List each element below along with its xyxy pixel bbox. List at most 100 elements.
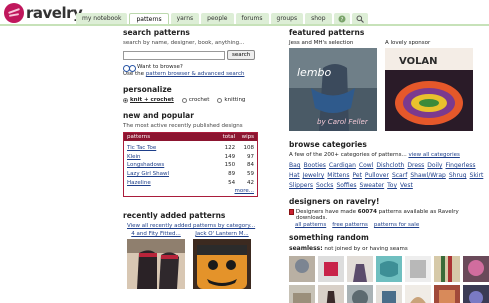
wips-cell: 42 [246,179,254,186]
patterns-for-sale-link[interactable]: patterns for sale [374,222,419,228]
category-link[interactable]: Toy [387,181,397,191]
option-label: knitting [224,97,246,103]
random-photo[interactable] [434,256,460,282]
recent-caption[interactable]: Jack O' Lantern M... [193,231,251,237]
total-cell: 122 [224,145,236,151]
random-label: seamless: not joined by or having seams [289,245,487,252]
volan-title-art: VOLAN [399,56,438,67]
category-link[interactable]: Cowl [359,161,373,171]
random-photo[interactable] [318,285,344,303]
category-link[interactable]: Hat [289,171,300,181]
category-link[interactable]: Socks [316,181,333,191]
option-knitting[interactable]: knitting [217,97,245,103]
featured-item[interactable]: Jess and MH's selection lembo by Carol F… [289,40,377,133]
designer-links: all patterns free patterns patterns for … [289,222,487,228]
mitten-photo[interactable] [127,239,185,290]
total-cell: 149 [224,153,236,160]
random-photo-grid [289,256,489,303]
category-link[interactable]: Mittens [327,171,349,181]
table-row: Hazeline 54 42 [124,179,257,188]
category-link[interactable]: Bag [289,161,301,171]
category-link[interactable]: Scarf [392,171,407,181]
designers-text: Designers have made 60074 patterns avail… [289,209,487,221]
category-link[interactable]: Fingerless [445,161,475,171]
option-knit-crochet[interactable]: knit + crochet [123,97,174,103]
category-link[interactable]: Booties [304,161,326,171]
category-link[interactable]: Dishcloth [376,161,404,171]
pumpkin-photo[interactable] [193,239,251,290]
designers-heading: designers on ravelry! [289,197,380,206]
option-label: crochet [188,97,210,103]
category-link[interactable]: Jewelry [303,171,325,181]
pattern-link[interactable]: Lazy Girl Shawl [127,171,169,177]
featured-item[interactable]: A lovely sponsor VOLAN [385,40,473,133]
binoculars-icon [123,64,136,72]
ravelry-logo[interactable]: ravelry [2,2,83,24]
random-photo[interactable] [376,285,402,303]
category-link[interactable]: Shawl/Wrap [410,171,446,181]
recent-item[interactable]: 4 and Fity Fitted... [127,231,185,291]
featured-caption: Jess and MH's selection [289,40,354,46]
random-photo[interactable] [463,256,489,282]
featured-photo-volan[interactable]: VOLAN [385,48,473,131]
category-link[interactable]: Sweater [360,181,385,191]
search-button[interactable]: search [227,50,256,60]
recent-caption[interactable]: 4 and Fity Fitted... [127,231,185,237]
all-patterns-link[interactable]: all patterns [295,222,326,228]
featured-photo-lembo[interactable]: lembo by Carol Feller [289,48,377,131]
random-photo[interactable] [405,256,431,282]
category-link[interactable]: Dress [407,161,424,171]
random-photo[interactable] [289,256,315,282]
pdf-icon [289,209,294,215]
recent-view-all: View all recently added patterns by cate… [123,223,283,229]
radio-icon [217,97,223,103]
random-photo[interactable] [289,285,315,303]
table-row: Lazy Girl Shawl 89 59 [124,170,257,179]
radio-icon [181,97,187,103]
overlay-credit: by Carol Feller [317,118,369,126]
more-link[interactable]: more... [235,188,255,194]
random-photo[interactable] [434,285,460,303]
wips-cell: 84 [246,162,254,169]
random-photo[interactable] [376,256,402,282]
category-link[interactable]: Doily [427,161,442,171]
pattern-link[interactable]: Longshadows [127,162,164,168]
featured-caption: A lovely sponsor [385,40,431,46]
category-link[interactable]: Skirt [470,171,484,181]
option-crochet[interactable]: crochet [181,97,210,103]
category-link[interactable]: Soffies [336,181,356,191]
want-browse-text: Want to browse? [137,64,183,70]
categories-intro-text: A few of the 200+ categories of patterns… [289,152,407,158]
random-heading: something random [289,233,369,242]
random-definition: not joined by or having seams [322,246,408,252]
recent-item[interactable]: Jack O' Lantern M... [193,231,251,291]
pattern-link[interactable]: Hazeline [127,180,151,186]
pattern-browser-link[interactable]: pattern browser & advanced search [146,71,245,77]
random-photo[interactable] [347,256,373,282]
svg-text:?: ? [340,17,343,23]
category-link[interactable]: Pullover [365,171,389,181]
random-photo[interactable] [405,285,431,303]
random-photo[interactable] [347,285,373,303]
random-photo[interactable] [318,256,344,282]
designers-count: 60074 [357,209,377,215]
featured-row: Jess and MH's selection lembo by Carol F… [289,40,487,133]
random-photo[interactable] [463,285,489,303]
category-link[interactable]: Vest [400,181,413,191]
radio-icon [123,97,128,103]
category-link[interactable]: Cardigan [329,161,356,171]
category-link[interactable]: Slippers [289,181,313,191]
search-input[interactable] [123,50,225,60]
category-link[interactable]: Pet [352,171,361,181]
category-link[interactable]: Shrug [449,171,467,181]
recent-thumbs: 4 and Fity Fitted... Jack O' Lantern M..… [123,231,283,291]
free-patterns-link[interactable]: free patterns [332,222,368,228]
view-all-categories-link[interactable]: view all categories [408,152,459,158]
col-wips: wips [241,134,254,140]
categories-intro: A few of the 200+ categories of patterns… [289,152,487,158]
pattern-link[interactable]: Tic Tac Toe [127,145,156,151]
total-cell: 54 [228,179,236,186]
view-all-recent-link[interactable]: View all recently added patterns by cate… [127,223,255,229]
wips-cell: 108 [243,145,254,151]
pattern-link[interactable]: Klein [127,154,141,160]
